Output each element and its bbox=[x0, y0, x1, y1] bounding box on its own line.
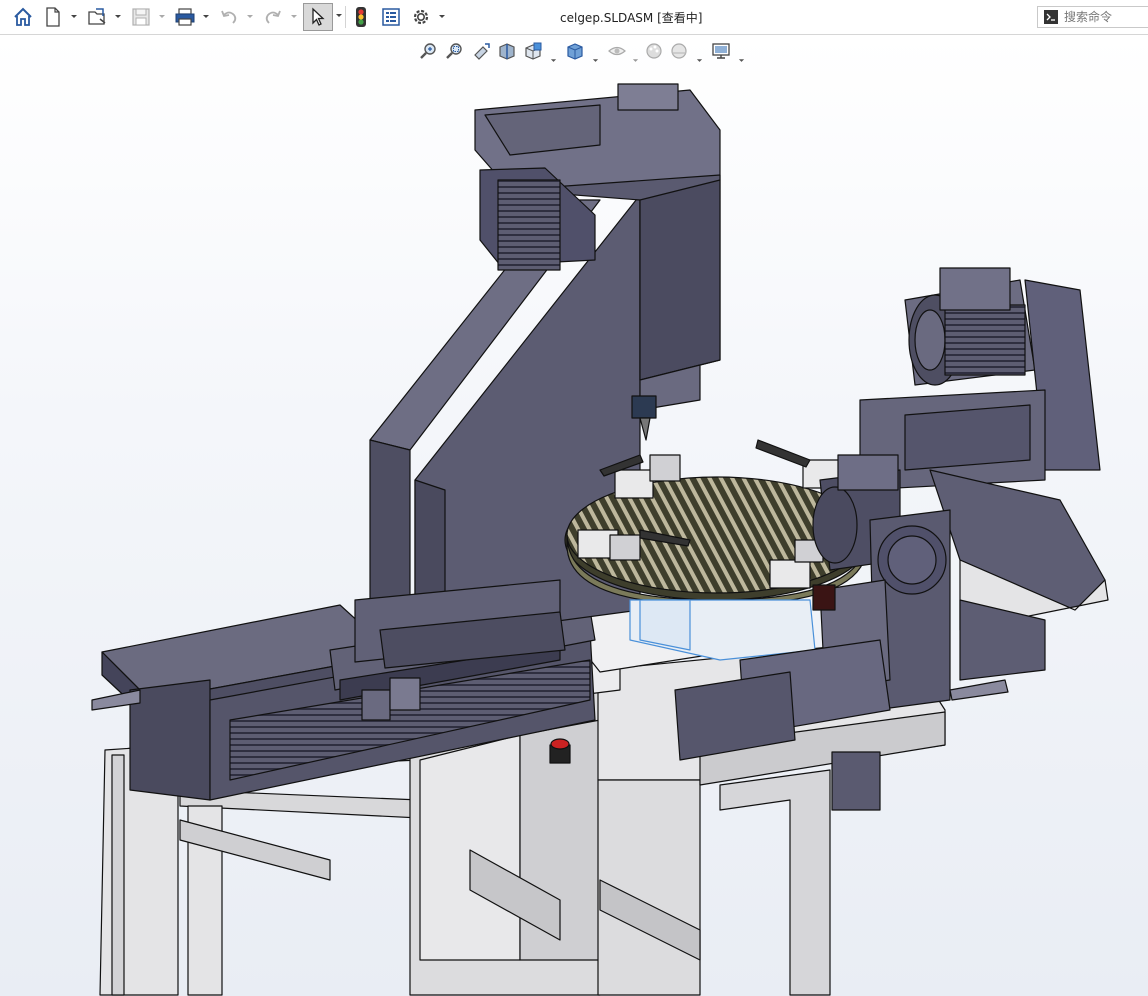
undo-button[interactable] bbox=[216, 4, 242, 30]
save-icon bbox=[132, 8, 150, 26]
undo-icon bbox=[221, 10, 237, 24]
print-dropdown[interactable] bbox=[202, 13, 210, 21]
chevron-down-icon bbox=[203, 15, 209, 18]
chevron-down-icon bbox=[115, 15, 121, 18]
new-document-dropdown[interactable] bbox=[70, 13, 78, 21]
print-button[interactable] bbox=[172, 4, 198, 30]
open-file-icon bbox=[88, 8, 106, 25]
new-document-button[interactable] bbox=[40, 4, 66, 30]
redo-icon bbox=[265, 10, 281, 24]
assembly-model[interactable] bbox=[0, 36, 1148, 996]
open-file-dropdown[interactable] bbox=[114, 13, 122, 21]
save-dropdown[interactable] bbox=[158, 13, 166, 21]
rebuild-button[interactable] bbox=[348, 4, 374, 30]
open-file-button[interactable] bbox=[84, 4, 110, 30]
select-dropdown[interactable] bbox=[335, 12, 343, 20]
options-dropdown[interactable] bbox=[438, 13, 446, 21]
chevron-down-icon bbox=[159, 15, 165, 18]
toolbar-divider bbox=[345, 6, 346, 28]
chevron-down-icon bbox=[291, 15, 297, 18]
chevron-down-icon bbox=[439, 15, 445, 18]
file-properties-icon bbox=[382, 8, 400, 26]
emergency-stop-button bbox=[549, 738, 571, 764]
print-icon bbox=[175, 8, 195, 26]
chevron-down-icon bbox=[247, 15, 253, 18]
search-input[interactable] bbox=[1064, 10, 1144, 24]
chevron-down-icon bbox=[336, 14, 342, 17]
solidworks-window: celgep.SLDASM [查看中] bbox=[0, 0, 1148, 996]
home-button[interactable] bbox=[10, 4, 36, 30]
command-prompt-icon bbox=[1044, 10, 1058, 24]
search-commands-box[interactable] bbox=[1037, 6, 1148, 28]
options-button[interactable] bbox=[408, 4, 434, 30]
new-document-icon bbox=[46, 7, 60, 27]
redo-dropdown[interactable] bbox=[290, 13, 298, 21]
graphics-area[interactable] bbox=[0, 36, 1148, 996]
document-title: celgep.SLDASM [查看中] bbox=[560, 11, 703, 25]
save-button[interactable] bbox=[128, 4, 154, 30]
chevron-down-icon bbox=[71, 15, 77, 18]
select-cursor-icon bbox=[312, 7, 325, 26]
redo-button[interactable] bbox=[260, 4, 286, 30]
select-button[interactable] bbox=[303, 3, 333, 31]
rebuild-traffic-light-icon bbox=[356, 7, 366, 27]
undo-dropdown[interactable] bbox=[246, 13, 254, 21]
title-bar: celgep.SLDASM [查看中] bbox=[0, 0, 1148, 35]
home-icon bbox=[14, 7, 32, 26]
options-gear-icon bbox=[413, 9, 429, 25]
file-properties-button[interactable] bbox=[378, 4, 404, 30]
